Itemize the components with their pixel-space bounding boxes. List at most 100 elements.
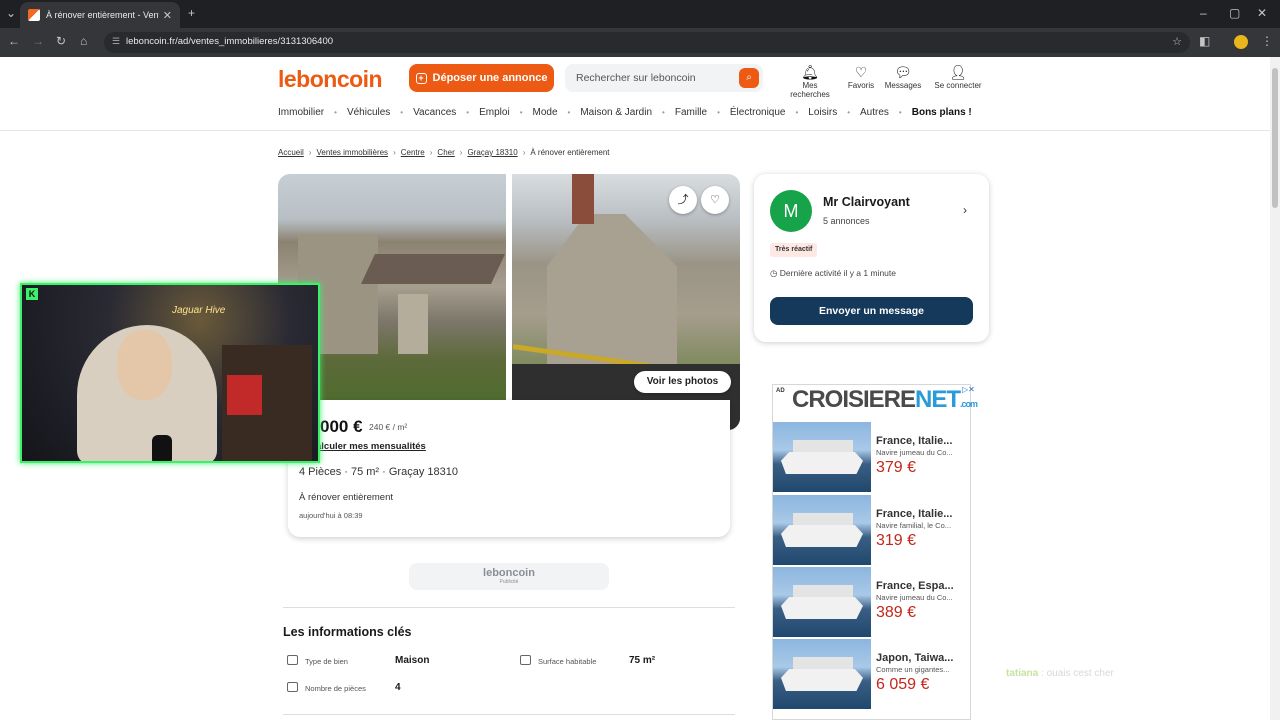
chat-message: ouais cest cher (1046, 668, 1114, 679)
header-divider (0, 130, 1270, 131)
offer-destination[interactable]: Japon, Taiwa... (876, 652, 953, 664)
category-immobilier[interactable]: Immobilier (278, 107, 324, 118)
listing-price: 000 € (320, 417, 363, 436)
category-vacances[interactable]: Vacances (413, 107, 456, 118)
category-famille[interactable]: Famille (675, 107, 707, 118)
avatar[interactable]: M (770, 190, 812, 232)
publicity-banner[interactable]: leboncoin Publicité (409, 563, 609, 590)
offer-description: Comme un gigantes... (876, 665, 950, 674)
listing-specs: 4 Pièces · 75 m² · Graçay 18310 (299, 466, 458, 478)
seller-name[interactable]: Mr Clairvoyant (823, 195, 910, 209)
plus-icon: + (415, 72, 427, 84)
last-activity-text: Dernière activité il y a 1 minute (779, 268, 896, 278)
extensions-icon[interactable]: ◧ (1199, 34, 1210, 48)
rooms-icon (287, 682, 298, 692)
close-tab-icon[interactable]: ✕ (163, 9, 172, 22)
maximize-icon[interactable]: ▢ (1229, 6, 1240, 20)
chat-username: tatiana (1006, 668, 1039, 679)
status-badge: Très réactif (770, 243, 818, 257)
user-icon: 👤︎ (949, 64, 967, 80)
category-mode[interactable]: Mode (533, 107, 558, 118)
offer-destination[interactable]: France, Italie... (876, 508, 952, 520)
surface-label: Surface habitable (538, 657, 597, 666)
calculate-payments-link[interactable]: alculer mes mensualités (316, 441, 426, 452)
saved-searches-link[interactable]: 🔔︎ Mes recherches (782, 63, 838, 99)
share-icon[interactable]: ⤴ (669, 186, 697, 214)
property-type-value: Maison (395, 655, 430, 666)
back-icon[interactable]: ← (8, 34, 20, 48)
ad-logo: CROISIERENET.com (792, 386, 978, 414)
category-electronique[interactable]: Électronique (730, 107, 786, 118)
search-icon[interactable]: ⌕ (739, 68, 759, 88)
chevron-right-icon[interactable]: › (963, 203, 967, 217)
breadcrumb-centre[interactable]: Centre (401, 148, 425, 157)
breadcrumb-ventes[interactable]: Ventes immobilières (316, 148, 388, 157)
tab-list-icon[interactable]: ⌄ (6, 6, 16, 20)
address-bar[interactable]: ☰ leboncoin.fr/ad/ventes_immobilieres/31… (104, 32, 1190, 53)
publicity-label: Publicité (499, 579, 519, 585)
forward-icon[interactable]: → (32, 34, 44, 48)
profile-avatar[interactable] (1234, 35, 1248, 49)
category-maison-jardin[interactable]: Maison & Jardin (580, 107, 652, 118)
minimize-icon[interactable]: – (1200, 6, 1207, 20)
ad-brand-suffix: .com (960, 399, 978, 409)
chat-overlay: tatiana : ouais cest cher (1006, 668, 1114, 679)
post-ad-button[interactable]: + Déposer une annonce (409, 64, 554, 92)
category-vehicules[interactable]: Véhicules (347, 107, 390, 118)
menu-icon[interactable]: ⋮ (1261, 34, 1273, 48)
browser-tab-active[interactable]: À rénover entièrement - Vente ✕ (20, 2, 180, 28)
login-link[interactable]: 👤︎ Se connecter (932, 63, 984, 90)
browser-toolbar: ← → ↻ ⌂ ☰ leboncoin.fr/ad/ventes_immobil… (0, 28, 1280, 57)
login-label: Se connecter (934, 81, 982, 90)
breadcrumb-gracay[interactable]: Graçay 18310 (467, 148, 517, 157)
cruise-ship-image[interactable] (773, 639, 871, 709)
category-emploi[interactable]: Emploi (479, 107, 510, 118)
chevron-right-icon: › (429, 148, 433, 157)
favicon-icon (28, 9, 40, 21)
offer-description: Navire jumeau du Co... (876, 593, 953, 602)
cruise-ship-image[interactable] (773, 422, 871, 492)
property-type-label: Type de bien (305, 657, 348, 666)
favorites-link[interactable]: ♡ Favoris (846, 63, 876, 90)
section-divider (283, 714, 735, 715)
send-message-button[interactable]: Envoyer un message (770, 297, 973, 325)
surface-icon (520, 655, 531, 665)
rooms-label: Nombre de pièces (305, 684, 366, 693)
search-input[interactable]: Rechercher sur leboncoin ⌕ (565, 64, 763, 92)
offer-price[interactable]: 319 € (876, 532, 916, 550)
chat-bubble-icon: 💬︎ (894, 64, 912, 80)
close-window-icon[interactable]: ✕ (1257, 6, 1267, 20)
section-divider (283, 607, 735, 608)
offer-price[interactable]: 389 € (876, 604, 916, 622)
new-tab-icon[interactable]: + (188, 6, 195, 20)
cruise-ship-image[interactable] (773, 567, 871, 637)
favorite-heart-icon[interactable]: ♡ (701, 186, 729, 214)
see-photos-button[interactable]: Voir les photos (634, 371, 731, 393)
url-text: leboncoin.fr/ad/ventes_immobilieres/3131… (126, 36, 334, 47)
offer-destination[interactable]: France, Espa... (876, 580, 954, 592)
scrollbar-thumb[interactable] (1272, 68, 1278, 208)
offer-price[interactable]: 6 059 € (876, 676, 929, 694)
site-info-icon[interactable]: ☰ (112, 36, 120, 47)
breadcrumb-accueil[interactable]: Accueil (278, 148, 304, 157)
seller-ads-count: 5 annonces (823, 216, 870, 226)
breadcrumb-current: À rénover entièrement (530, 148, 610, 157)
site-logo[interactable]: leboncoin (278, 66, 383, 93)
category-autres[interactable]: Autres (860, 107, 889, 118)
offer-destination[interactable]: France, Italie... (876, 435, 952, 447)
bookmark-star-icon[interactable]: ☆ (1172, 35, 1182, 48)
bell-icon: 🔔︎ (801, 64, 819, 80)
ad-brand: CROISIERE (792, 386, 916, 413)
offer-price[interactable]: 379 € (876, 459, 916, 477)
microphone-icon (152, 435, 172, 461)
webcam-overlay: Jaguar Hive K (20, 283, 320, 463)
category-bons-plans[interactable]: Bons plans ! (912, 107, 972, 118)
category-loisirs[interactable]: Loisirs (808, 107, 837, 118)
cruise-ship-image[interactable] (773, 495, 871, 565)
breadcrumb-cher[interactable]: Cher (437, 148, 454, 157)
saved-searches-label: Mes recherches (790, 81, 830, 99)
reload-icon[interactable]: ↻ (56, 34, 66, 48)
home-icon[interactable]: ⌂ (80, 34, 87, 48)
messages-link[interactable]: 💬︎ Messages (883, 63, 923, 90)
rooms-value: 4 (395, 682, 401, 693)
